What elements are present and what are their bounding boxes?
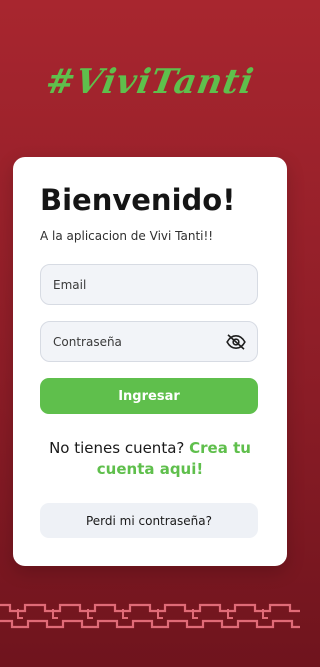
forgot-password-button[interactable]: Perdi mi contraseña? — [40, 503, 258, 538]
page-title: Bienvenido! — [40, 183, 236, 217]
login-card: Bienvenido! A la aplicacion de Vivi Tant… — [13, 157, 287, 566]
app-logo: #ViviTanti — [42, 62, 258, 102]
page-subtitle: A la aplicacion de Vivi Tanti!! — [40, 229, 214, 243]
signup-prompt: No tienes cuenta? Crea tu cuenta aqui! — [36, 438, 264, 480]
login-button[interactable]: Ingresar — [40, 378, 258, 414]
signup-prompt-text: No tienes cuenta? — [49, 439, 185, 457]
password-field-container — [40, 321, 258, 362]
eye-off-icon[interactable] — [225, 333, 247, 350]
tribal-pattern-icon — [0, 603, 300, 629]
password-field[interactable] — [51, 333, 225, 350]
email-field-container — [40, 264, 258, 305]
email-field[interactable] — [51, 276, 247, 293]
